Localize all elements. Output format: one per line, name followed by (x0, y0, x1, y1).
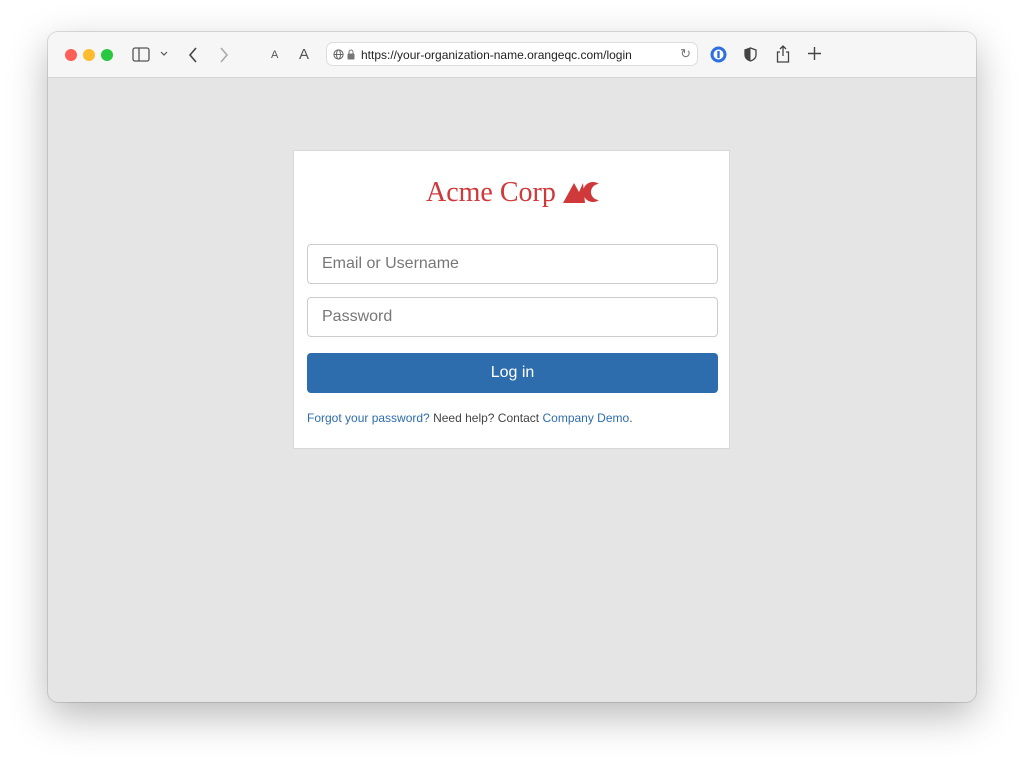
browser-window: A A https://your-organization-name.orang… (48, 32, 976, 702)
brand-mark-icon (563, 182, 599, 203)
reload-icon[interactable]: ↻ (680, 46, 691, 62)
text-smaller-button[interactable]: A (271, 49, 278, 61)
chevron-down-icon[interactable] (160, 51, 168, 57)
zoom-button[interactable] (101, 49, 113, 61)
password-manager-icon[interactable] (710, 46, 727, 63)
help-suffix: . (629, 411, 633, 425)
login-card: Acme Corp Log in Forgot your password? N… (293, 150, 730, 449)
url-text: https://your-organization-name.orangeqc.… (361, 48, 632, 62)
shield-icon[interactable] (744, 47, 757, 62)
contact-link[interactable]: Company Demo (542, 411, 629, 425)
forward-icon[interactable] (219, 47, 229, 63)
forgot-password-link[interactable]: Forgot your password? (307, 411, 430, 425)
minimize-button[interactable] (83, 49, 95, 61)
new-tab-icon[interactable] (808, 47, 821, 60)
password-input[interactable] (307, 297, 718, 337)
email-input[interactable] (307, 244, 718, 284)
login-button[interactable]: Log in (307, 353, 718, 393)
share-icon[interactable] (776, 45, 790, 63)
browser-toolbar: A A https://your-organization-name.orang… (48, 32, 976, 78)
close-button[interactable] (65, 49, 77, 61)
sidebar-icon[interactable] (132, 47, 150, 62)
help-label: Need help? Contact (429, 411, 543, 425)
help-text: Forgot your password? Need help? Contact… (307, 411, 633, 425)
back-icon[interactable] (188, 47, 198, 63)
text-larger-button[interactable]: A (299, 46, 309, 63)
globe-icon (333, 49, 344, 60)
lock-icon (347, 49, 355, 60)
brand-logo: Acme Corp (426, 177, 599, 209)
address-bar[interactable]: https://your-organization-name.orangeqc.… (326, 42, 698, 66)
brand-name: Acme Corp (426, 177, 556, 208)
